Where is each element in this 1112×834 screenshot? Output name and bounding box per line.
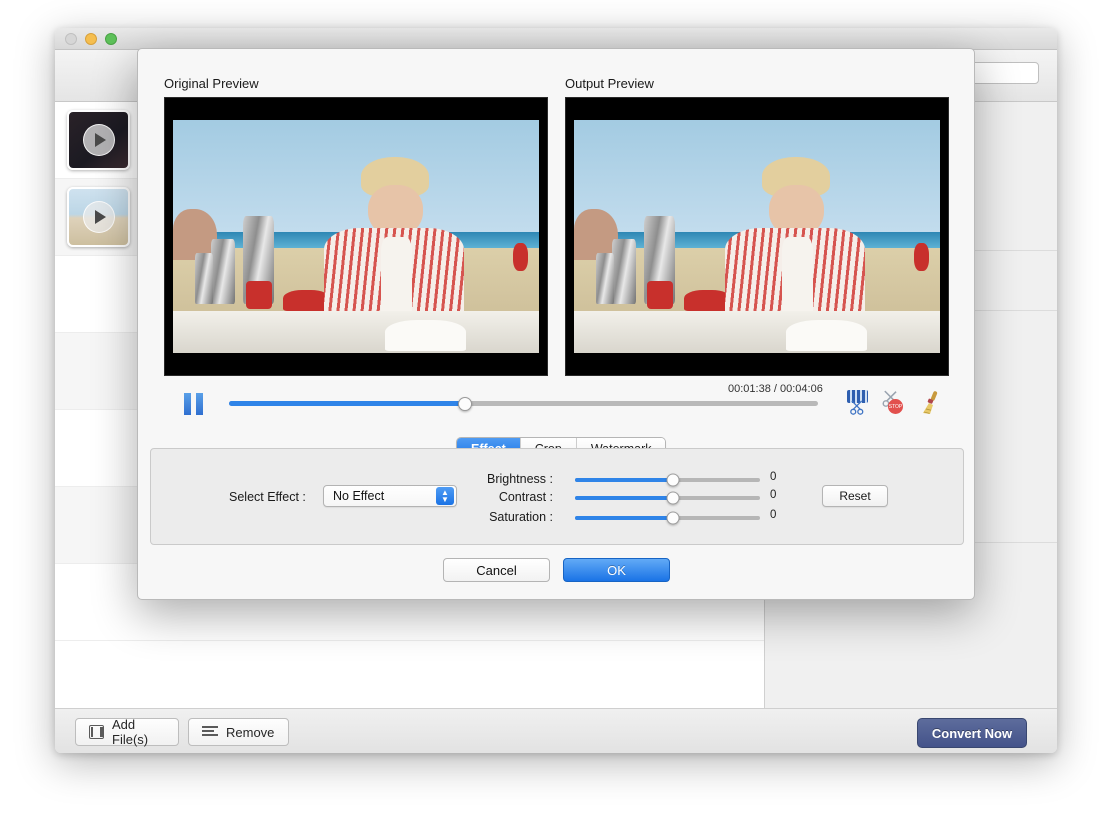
reset-label: Reset [839, 489, 871, 503]
saturation-value: 0 [770, 509, 777, 521]
red-object [246, 280, 272, 309]
ok-label: OK [607, 562, 626, 578]
minimize-button-icon[interactable] [85, 33, 97, 45]
red-object [914, 243, 930, 272]
output-video-frame [574, 120, 940, 353]
cocktail-shaker-icon [595, 252, 615, 305]
contrast-knob[interactable] [666, 491, 680, 505]
original-preview-label: Original Preview [164, 76, 259, 91]
timecode-label: 00:01:38 / 00:04:06 [728, 383, 823, 395]
saturation-slider[interactable] [575, 511, 760, 525]
towel [786, 320, 867, 351]
cancel-trim-icon[interactable]: STOP [882, 390, 906, 416]
output-preview-label: Output Preview [565, 76, 654, 91]
reset-button[interactable]: Reset [822, 485, 888, 507]
edit-dialog: Original Preview Output Preview 00:01:38… [137, 48, 975, 600]
brightness-slider[interactable] [575, 473, 760, 487]
cocktail-shaker-icon [194, 252, 214, 305]
contrast-value: 0 [770, 489, 777, 501]
footer-toolbar: Add File(s) Remove Convert Now [55, 708, 1057, 753]
saturation-label: Saturation : [489, 510, 553, 524]
cocktail-shaker-icon [211, 238, 236, 305]
timeline-progress [229, 401, 465, 406]
video-thumbnail-beach[interactable] [67, 187, 130, 247]
timeline-scrubber[interactable] [229, 396, 818, 411]
select-effect-dropdown[interactable]: No Effect ▲ ▼ [323, 485, 457, 507]
original-video-frame [173, 120, 539, 353]
contrast-slider[interactable] [575, 491, 760, 505]
brightness-value: 0 [770, 471, 777, 483]
convert-now-label: Convert Now [931, 725, 1013, 741]
video-thumbnail-dark[interactable] [67, 110, 130, 170]
remove-label: Remove [226, 724, 275, 740]
person-figure [724, 157, 866, 312]
brightness-label: Brightness : [486, 472, 553, 486]
towel [385, 320, 466, 351]
brightness-knob[interactable] [666, 473, 680, 487]
tank-top [781, 237, 813, 312]
scissors-glyph [850, 400, 864, 415]
maximize-button-icon[interactable] [105, 33, 117, 45]
clear-effects-broom-icon[interactable] [918, 390, 942, 416]
select-effect-value: No Effect [333, 489, 385, 503]
list-icon [202, 725, 218, 739]
convert-now-button[interactable]: Convert Now [917, 718, 1027, 748]
screenshot-root: ✎ ⏰ ✎ ⏰ [0, 0, 1112, 834]
cancel-button[interactable]: Cancel [443, 558, 550, 582]
cancel-label: Cancel [476, 562, 517, 578]
original-preview-frame[interactable] [164, 97, 548, 376]
red-object [647, 280, 673, 309]
red-object [513, 243, 529, 272]
window-controls [65, 33, 117, 45]
add-files-button[interactable]: Add File(s) [75, 717, 179, 747]
cocktail-shaker-icon [612, 238, 637, 305]
pause-icon[interactable] [180, 393, 206, 415]
brightness-fill [575, 478, 674, 482]
window-titlebar [55, 28, 1057, 50]
ok-button[interactable]: OK [563, 558, 670, 582]
play-icon[interactable] [82, 124, 115, 156]
stop-badge-icon: STOP [888, 399, 903, 414]
table-region [173, 311, 539, 353]
broom-glyph [923, 391, 938, 414]
play-icon[interactable] [82, 201, 115, 233]
trim-filmstrip-icon[interactable] [846, 390, 870, 416]
saturation-fill [575, 516, 674, 520]
table-region [574, 311, 940, 353]
contrast-label: Contrast : [498, 490, 553, 504]
person-figure [323, 157, 465, 312]
remove-button[interactable]: Remove [188, 718, 289, 746]
contrast-fill [575, 496, 674, 500]
saturation-knob[interactable] [666, 511, 680, 525]
tank-top [380, 237, 412, 312]
chevron-updown-icon: ▲ ▼ [436, 487, 454, 505]
select-effect-label: Select Effect : [229, 490, 306, 504]
film-icon [89, 725, 104, 739]
close-button-icon[interactable] [65, 33, 77, 45]
timeline-knob[interactable] [457, 396, 472, 411]
add-files-label: Add File(s) [112, 717, 149, 747]
output-preview-frame[interactable] [565, 97, 949, 376]
